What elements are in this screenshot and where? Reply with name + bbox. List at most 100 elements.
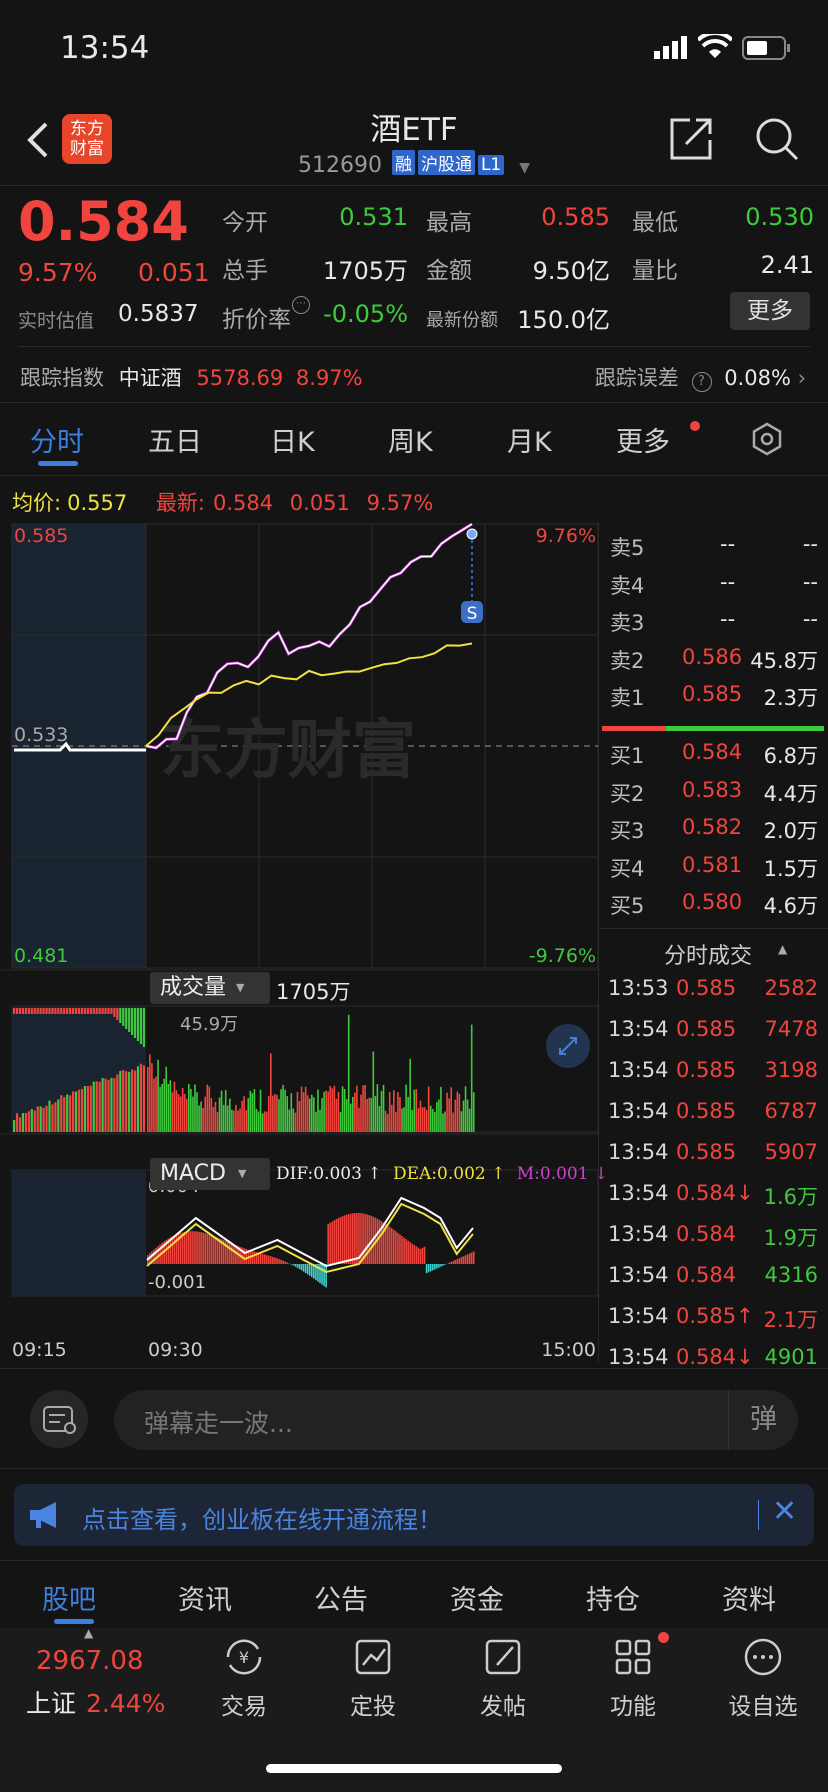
ask-row[interactable]: 卖1 0.585 2.3万 — [608, 682, 818, 712]
macd-bar — [343, 1215, 346, 1264]
tab-intraday[interactable]: 分时 — [30, 420, 84, 459]
macd-bar — [417, 1247, 420, 1264]
volume-bar — [39, 1106, 42, 1132]
nav-trade[interactable]: ¥ 交易 — [199, 1635, 289, 1721]
tab-week-k[interactable]: 周K — [388, 420, 433, 459]
level-price: 0.581 — [682, 852, 743, 877]
trade-volume: 1.6万 — [763, 1185, 818, 1209]
trade-price: 0.584 — [676, 1222, 737, 1246]
volume-bar — [42, 1107, 45, 1132]
tab-announcements[interactable]: 公告 — [314, 1578, 368, 1617]
macd-bar — [431, 1264, 434, 1271]
macd-bar — [339, 1217, 342, 1264]
tab-news[interactable]: 资讯 — [178, 1578, 232, 1617]
promo-banner[interactable]: 点击查看，创业板在线开通流程！ ✕ — [14, 1484, 814, 1546]
settings-icon[interactable] — [750, 422, 784, 460]
bottom-tab-indicator — [54, 1619, 94, 1624]
ask-row[interactable]: 卖4 -- -- — [608, 570, 818, 600]
ask-row[interactable]: 卖3 -- -- — [608, 607, 818, 637]
macd-bar — [243, 1248, 245, 1264]
tab-more[interactable]: 更多 — [616, 420, 670, 459]
tracking-error-row[interactable]: 跟踪误差 ? 0.08% › — [595, 362, 806, 392]
comment-input[interactable]: 弹幕走一波... 弹 — [114, 1390, 798, 1450]
volume-bar — [417, 1108, 420, 1132]
volume-bar — [405, 1084, 407, 1132]
volume-bar — [24, 1112, 27, 1132]
more-button[interactable]: 更多 — [730, 292, 810, 330]
volume-bar — [155, 1076, 157, 1132]
volume-bar — [54, 1102, 57, 1132]
level-price: 0.584 — [682, 740, 743, 764]
macd-bar — [466, 1254, 469, 1264]
macd-bar — [460, 1257, 463, 1264]
macd-bar — [210, 1235, 213, 1264]
macd-bar — [393, 1229, 395, 1264]
tab-day-k[interactable]: 日K — [270, 420, 315, 459]
track-index-row[interactable]: 跟踪指数 中证酒 5578.69 8.97% — [20, 362, 363, 392]
volume-bar — [210, 1098, 213, 1132]
danmaku-send-button[interactable]: 弹 — [728, 1390, 798, 1450]
tab-funds[interactable]: 资金 — [450, 1578, 504, 1617]
search-icon[interactable] — [754, 116, 800, 166]
trade-price: 0.585 — [676, 1099, 737, 1123]
nav-functions[interactable]: 功能 — [588, 1635, 678, 1721]
volume-bar — [177, 1094, 180, 1132]
volume-bar — [302, 1092, 305, 1132]
level-volume: 2.0万 — [763, 819, 818, 843]
tab-profile[interactable]: 资料 — [722, 1578, 776, 1617]
bid-row[interactable]: 买1 0.584 6.8万 — [608, 740, 818, 770]
tracking-error-value: 0.08% — [724, 366, 791, 390]
intraday-chart[interactable]: 东方财富 S 0.585 0.533 0.481 9.76% -9.76% 45… — [0, 522, 600, 1362]
volume-bar — [204, 1096, 206, 1132]
macd-bar — [286, 1262, 288, 1264]
volume-bar — [431, 1109, 434, 1132]
volume-bar — [460, 1111, 463, 1132]
trade-time: 13:54 — [608, 1140, 669, 1164]
macd-selector[interactable]: MACD ▼ — [150, 1158, 270, 1190]
volume-bar — [30, 1109, 33, 1132]
info-dots-icon[interactable]: ⋯ — [292, 296, 310, 314]
close-icon[interactable]: ✕ — [772, 1494, 797, 1529]
volume-bar — [98, 1008, 101, 1014]
volume-bar — [233, 1110, 235, 1132]
volume-bar — [354, 1092, 356, 1132]
macd-bar — [450, 1261, 452, 1264]
level-volume: 2.3万 — [763, 686, 818, 710]
bid-row[interactable]: 买2 0.583 4.4万 — [608, 778, 818, 808]
nav-invest[interactable]: 定投 — [328, 1635, 418, 1721]
latest-price: 0.584 — [212, 491, 274, 515]
bid-row[interactable]: 买5 0.580 4.6万 — [608, 890, 818, 920]
nav-watchlist[interactable]: 设自选 — [718, 1635, 808, 1721]
ask-row[interactable]: 卖5 -- -- — [608, 532, 818, 562]
tab-forum[interactable]: 股吧 — [42, 1578, 96, 1617]
bid-row[interactable]: 买4 0.581 1.5万 — [608, 853, 818, 883]
volume-bar — [128, 1071, 131, 1132]
tab-month-k[interactable]: 月K — [507, 420, 552, 459]
trade-row: 13:54 0.585↑ 2.1万 — [608, 1304, 818, 1334]
volume-bar — [444, 1111, 446, 1132]
volume-bar — [347, 1014, 350, 1132]
danmaku-toggle[interactable] — [30, 1390, 88, 1448]
tab-holdings[interactable]: 持仓 — [586, 1578, 640, 1617]
macd-bar — [386, 1225, 389, 1264]
trades-title[interactable]: 分时成交 — [664, 938, 752, 970]
nav-post[interactable]: 发帖 — [458, 1635, 548, 1721]
macd-label: MACD — [160, 1161, 226, 1186]
ask-row[interactable]: 卖2 0.586 45.8万 — [608, 645, 818, 675]
volume-bar — [107, 1008, 110, 1014]
macd-bar — [440, 1264, 442, 1267]
macd-bar — [319, 1264, 321, 1284]
discount-value: -0.05% — [323, 300, 408, 328]
index-value[interactable]: 2967.08 — [36, 1646, 144, 1676]
volume-selector[interactable]: 成交量 ▼ — [150, 972, 270, 1004]
share-icon[interactable] — [668, 116, 714, 166]
macd-bar — [399, 1234, 401, 1264]
volume-bar — [45, 1008, 48, 1014]
macd-bar — [411, 1243, 414, 1264]
edit-icon — [485, 1639, 521, 1675]
tab-five-day[interactable]: 五日 — [148, 420, 202, 459]
index-row[interactable]: 上证 2.44% — [26, 1684, 165, 1720]
volume-bar — [83, 1008, 86, 1014]
comment-placeholder: 弹幕走一波... — [144, 1409, 293, 1438]
bid-row[interactable]: 买3 0.582 2.0万 — [608, 815, 818, 845]
